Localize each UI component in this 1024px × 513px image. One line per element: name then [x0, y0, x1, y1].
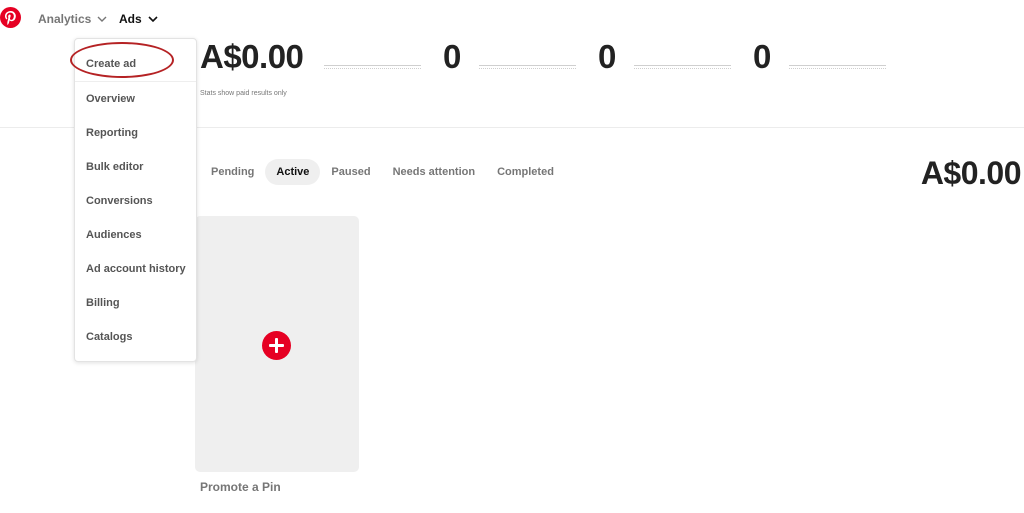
- nav-analytics-label: Analytics: [38, 12, 92, 26]
- menu-item-overview[interactable]: Overview: [86, 93, 135, 105]
- tab-pending[interactable]: Pending: [200, 159, 265, 185]
- menu-item-catalogs[interactable]: Catalogs: [86, 331, 132, 343]
- tab-active[interactable]: Active: [265, 159, 321, 185]
- stats-note: Stats show paid results only: [200, 90, 287, 97]
- tab-paused[interactable]: Paused: [320, 159, 381, 185]
- menu-item-audiences[interactable]: Audiences: [86, 229, 142, 241]
- campaign-status-tabs: Pending Active Paused Needs attention Co…: [200, 159, 565, 185]
- menu-divider: [75, 81, 196, 82]
- stat-metric-3-sparkline: [634, 65, 731, 69]
- menu-item-ad-account-history[interactable]: Ad account history: [86, 263, 186, 275]
- stat-metric-4: 0: [753, 38, 771, 75]
- menu-item-conversions[interactable]: Conversions: [86, 195, 153, 207]
- stat-spend: A$0.00: [200, 38, 304, 75]
- menu-item-create-ad[interactable]: Create ad: [86, 58, 136, 70]
- menu-item-bulk-editor[interactable]: Bulk editor: [86, 161, 143, 173]
- nav-ads-label: Ads: [119, 12, 142, 26]
- total-spend: A$0.00: [920, 155, 1022, 191]
- chevron-down-icon: [97, 16, 107, 22]
- promote-pin-label[interactable]: Promote a Pin: [200, 480, 281, 494]
- pinterest-logo-icon[interactable]: [0, 7, 21, 28]
- nav-ads[interactable]: Ads: [119, 12, 158, 26]
- stat-spend-sparkline: [324, 65, 421, 69]
- chevron-down-icon: [148, 15, 158, 22]
- stat-metric-3: 0: [598, 38, 616, 75]
- menu-item-reporting[interactable]: Reporting: [86, 127, 138, 139]
- stat-metric-2-sparkline: [479, 65, 576, 69]
- tab-needs-attention[interactable]: Needs attention: [382, 159, 487, 185]
- stat-metric-2: 0: [443, 38, 461, 75]
- stat-metric-4-sparkline: [789, 65, 886, 69]
- promote-pin-card[interactable]: [195, 216, 359, 472]
- menu-item-billing[interactable]: Billing: [86, 297, 120, 309]
- tab-completed[interactable]: Completed: [486, 159, 565, 185]
- nav-analytics[interactable]: Analytics: [38, 12, 107, 26]
- plus-circle-icon[interactable]: [262, 331, 291, 360]
